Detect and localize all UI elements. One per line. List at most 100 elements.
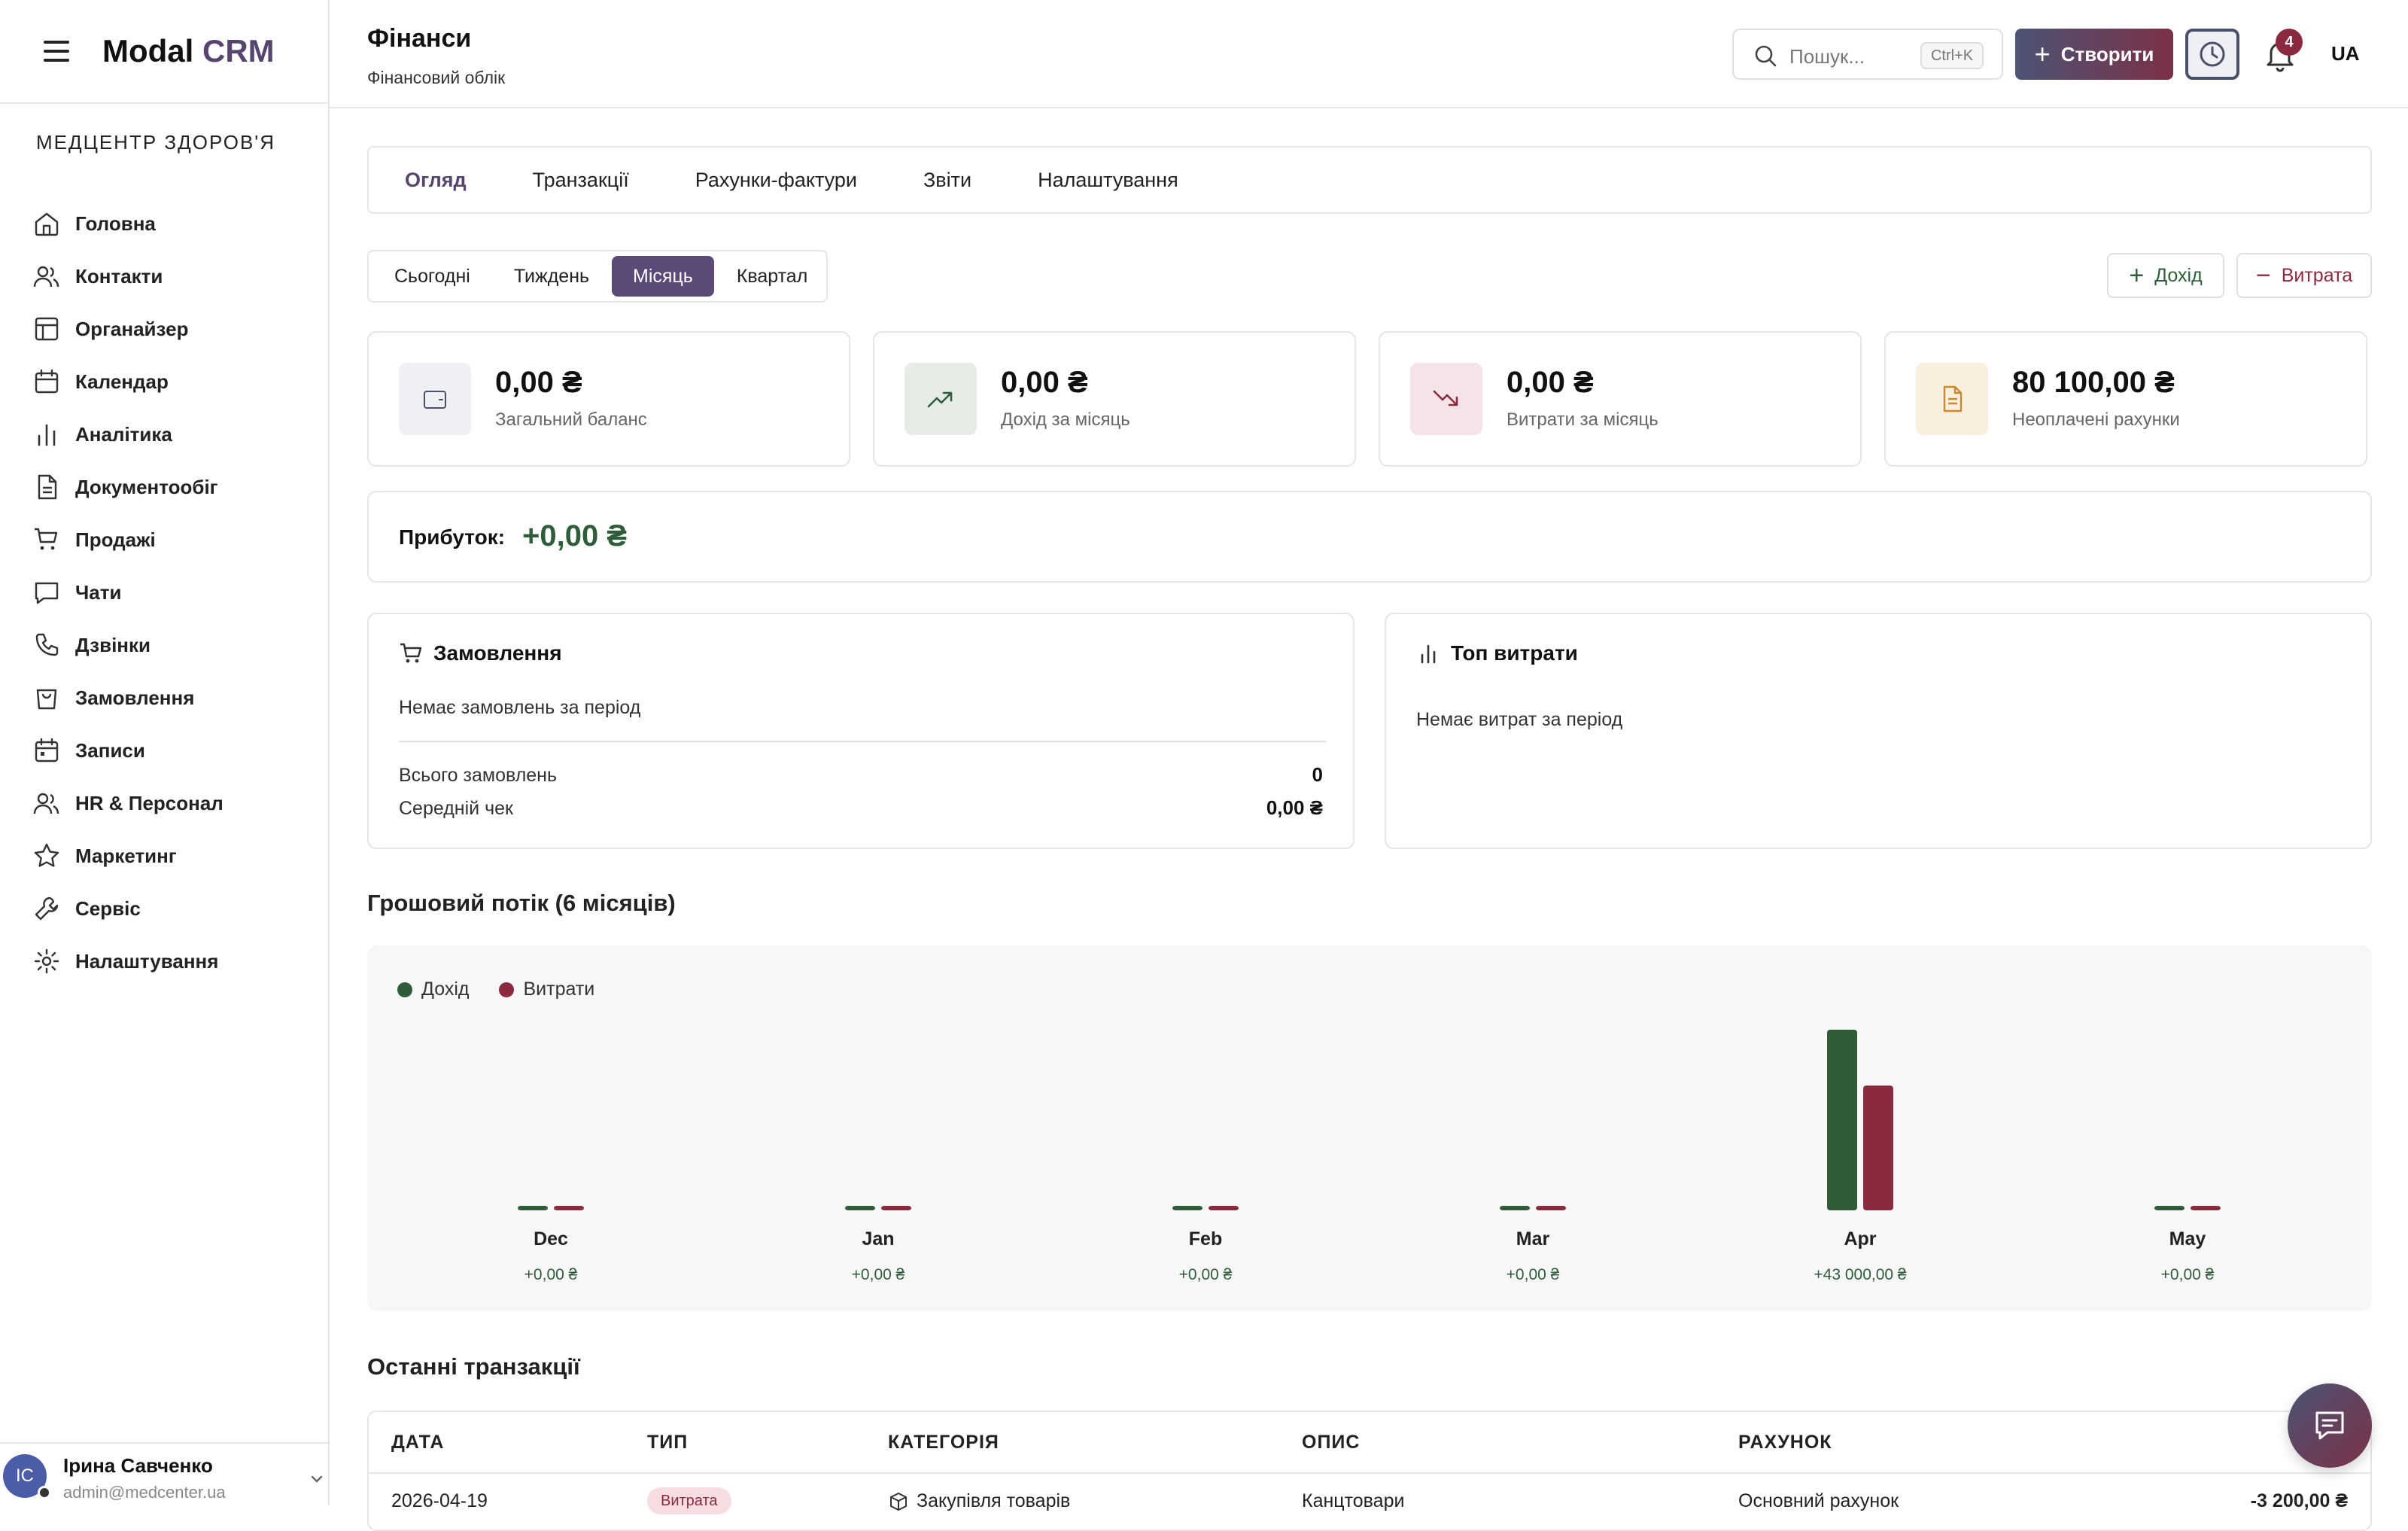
tab-0[interactable]: Огляд <box>387 148 485 212</box>
stat-icon-wrap <box>1916 363 1988 435</box>
chat-button[interactable] <box>2288 1383 2372 1468</box>
sidebar-item-2[interactable]: Органайзер <box>30 303 316 355</box>
plus-icon: + <box>2129 261 2145 290</box>
stat-card[interactable]: 0,00 ₴ Витрати за місяць <box>1379 331 1862 467</box>
column-header[interactable]: ОПИС <box>1302 1432 1360 1453</box>
top-expenses-title-text: Топ витрати <box>1451 641 1578 665</box>
transaction-date: 2026-04-19 <box>391 1490 488 1511</box>
tab-1[interactable]: Транзакції <box>515 148 647 212</box>
sidebar-item-12[interactable]: Маркетинг <box>30 829 316 882</box>
create-button[interactable]: + Створити <box>2015 29 2173 80</box>
bar-expense-apr[interactable] <box>1863 1085 1893 1210</box>
cashflow-bars: Dec +0,00 ₴ Jan +0,00 ₴ Feb +0,00 ₴ Mar +0,00 ₴… <box>518 1030 2221 1283</box>
gear-icon <box>34 948 59 974</box>
chat-icon <box>35 582 59 604</box>
chevron-down-icon[interactable] <box>309 1471 325 1487</box>
orders-avg-value: 0,00 ₴ <box>1266 796 1323 819</box>
sidebar-item-10[interactable]: Записи <box>30 724 316 777</box>
sidebar-item-label: Записи <box>75 738 145 762</box>
sidebar-item-4[interactable]: Аналітика <box>30 408 316 461</box>
bar-income-may[interactable] <box>2154 1206 2185 1210</box>
add-expense-label: Витрата <box>2281 264 2353 286</box>
bar-income-dec[interactable] <box>518 1206 548 1210</box>
invoice-icon <box>1943 385 1963 412</box>
sidebar-item-1[interactable]: Контакти <box>30 250 316 303</box>
trending-up-icon <box>927 391 953 408</box>
sidebar-item-label: Календар <box>75 370 169 393</box>
period-button-1[interactable]: Тиждень <box>493 256 610 297</box>
phone-icon <box>35 633 59 656</box>
add-income-button[interactable]: + Дохід <box>2107 253 2224 298</box>
add-income-label: Дохід <box>2154 264 2203 286</box>
search-placeholder: Пошук... <box>1789 45 1865 68</box>
bar-expense-may[interactable] <box>2191 1206 2221 1210</box>
sidebar-item-0[interactable]: Головна <box>30 197 316 250</box>
tab-3[interactable]: Звіти <box>905 148 990 212</box>
bar-expense-dec[interactable] <box>554 1206 584 1210</box>
user-profile[interactable]: IC Ірина Савченко admin@medcenter.ua <box>0 1442 328 1505</box>
stat-card[interactable]: 0,00 ₴ Дохід за місяць <box>873 331 1356 467</box>
x-tick-label: Jan <box>862 1228 894 1249</box>
status-indicator <box>38 1486 51 1499</box>
net-value-label: +0,00 ₴ <box>524 1266 578 1283</box>
cart-icon <box>35 528 58 550</box>
divider <box>399 741 1326 742</box>
sidebar-nav: Головна Контакти Органайзер Календар Аналіти… <box>30 197 316 988</box>
organization-name: МЕДЦЕНТР ЗДОРОВ'Я <box>36 131 276 154</box>
menu-icon[interactable] <box>42 38 71 65</box>
bar-income-apr[interactable] <box>1827 1030 1857 1210</box>
bar-expense-mar[interactable] <box>1536 1206 1566 1210</box>
brand-accent: CRM <box>202 33 275 68</box>
divider <box>369 1472 2370 1474</box>
trending-down-icon <box>1433 390 1458 406</box>
sidebar-item-7[interactable]: Чати <box>30 566 316 619</box>
brand-logo[interactable]: Modal CRM <box>102 33 275 69</box>
bar-chart-icon <box>1421 644 1436 664</box>
chat-icon <box>2315 1411 2344 1440</box>
sidebar-item-9[interactable]: Замовлення <box>30 671 316 724</box>
sidebar-item-8[interactable]: Дзвінки <box>30 619 316 671</box>
sidebar-item-6[interactable]: Продажі <box>30 513 316 566</box>
calendar-check-icon <box>35 738 59 762</box>
column-header[interactable]: ДАТА <box>391 1432 444 1453</box>
stat-value: 80 100,00 ₴ <box>2012 366 2175 399</box>
wallet-icon <box>424 391 446 409</box>
bar-income-feb[interactable] <box>1172 1206 1202 1210</box>
period-button-2[interactable]: Місяць <box>612 256 714 297</box>
users-icon <box>33 266 59 288</box>
bar-income-jan[interactable] <box>845 1206 875 1210</box>
language-switch[interactable]: UA <box>2331 42 2360 65</box>
sidebar-item-11[interactable]: HR & Персонал <box>30 777 316 829</box>
stat-card[interactable]: 80 100,00 ₴ Неоплачені рахунки <box>1884 331 2367 467</box>
sidebar-item-3[interactable]: Календар <box>30 355 316 408</box>
period-button-3[interactable]: Квартал <box>716 256 829 297</box>
tab-4[interactable]: Налаштування <box>1020 148 1196 212</box>
calendar-icon <box>35 369 59 394</box>
add-expense-button[interactable]: − Витрата <box>2236 253 2372 298</box>
sidebar-item-5[interactable]: Документообіг <box>30 461 316 513</box>
column-header[interactable]: КАТЕГОРІЯ <box>888 1432 999 1453</box>
type-badge: Витрата <box>647 1487 731 1514</box>
bar-expense-jan[interactable] <box>881 1206 911 1210</box>
document-icon <box>38 474 57 500</box>
bar-expense-feb[interactable] <box>1209 1206 1239 1210</box>
column-header[interactable]: ТИП <box>647 1432 688 1453</box>
x-tick-label: Mar <box>1516 1228 1550 1249</box>
orders-total-label: Всього замовлень <box>399 765 558 786</box>
sidebar-item-13[interactable]: Сервіс <box>30 882 316 935</box>
sidebar-item-14[interactable]: Налаштування <box>30 935 316 988</box>
stat-label: Неоплачені рахунки <box>2012 409 2180 430</box>
search-input[interactable]: Пошук... Ctrl+K <box>1732 29 2003 80</box>
transactions-title: Останні транзакції <box>367 1353 580 1380</box>
orders-empty: Немає замовлень за період <box>399 697 641 718</box>
column-header[interactable]: РАХУНОК <box>1738 1432 1832 1453</box>
tab-2[interactable]: Рахунки-фактури <box>677 148 875 212</box>
stat-card[interactable]: 0,00 ₴ Загальний баланс <box>367 331 850 467</box>
sidebar-item-label: Контакти <box>75 264 163 288</box>
history-button[interactable] <box>2185 29 2239 80</box>
wrench-icon <box>35 896 59 921</box>
top-expenses-panel: Топ витрати Немає витрат за період <box>1385 613 2372 849</box>
period-button-0[interactable]: Сьогодні <box>373 256 491 297</box>
bar-income-mar[interactable] <box>1500 1206 1530 1210</box>
stat-label: Загальний баланс <box>495 409 647 430</box>
